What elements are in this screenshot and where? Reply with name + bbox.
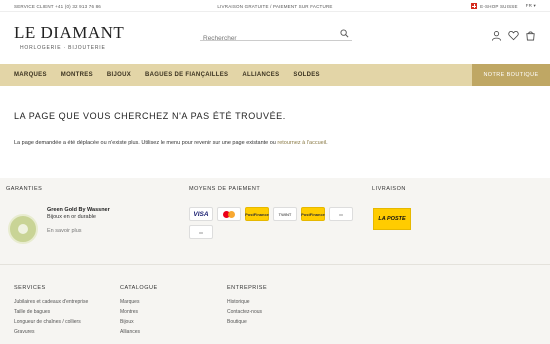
footer-link[interactable]: Boutique [227,319,267,325]
shop-locale: E-SHOP SUISSE FR ▾ [471,3,536,9]
catalogue-title: CATALOGUE [120,285,158,291]
footer-link[interactable]: Montres [120,309,158,315]
footer: GARANTIES Green Gold By Wassner Bijoux e… [0,178,550,344]
la-poste-logo: LA POSTE [373,208,411,230]
invoice-icon-2: ▭ [189,225,213,239]
footer-link[interactable]: Gravures [14,329,88,335]
green-gold-badge-icon [8,214,38,244]
nav-items: MARQUES MONTRES BIJOUX BAGUES DE FIANÇAILLE… [14,64,334,86]
logo[interactable]: LE DIAMANT HORLOGERIE · BIJOUTERIE [14,24,124,51]
nav-item-2[interactable]: BIJOUX [107,72,131,78]
green-gold-subtitle: Bijoux en or durable [47,214,96,220]
guarantees-title: GARANTIES [6,186,43,192]
visa-icon: VISA [189,207,213,221]
nav-item-1[interactable]: MONTRES [61,72,93,78]
green-gold-title: Green Gold By Wassner [47,207,110,213]
top-bar: SERVICE CLIENT +41 (0) 32 913 76 86 LIVR… [0,0,550,12]
footer-link[interactable]: Bijoux [120,319,158,325]
footer-divider [0,264,550,265]
account-icon[interactable] [491,28,502,41]
payment-title: MOYENS DE PAIEMENT [189,186,261,192]
nav-item-3[interactable]: BAGUES DE FIANÇAILLES [145,72,228,78]
footer-link[interactable]: Contactez-nous [227,309,267,315]
postfinance-efinance-icon: PostFinance [245,207,269,221]
language-selector[interactable]: FR ▾ [526,3,536,9]
invoice-icon: ▭ [329,207,353,221]
footer-col-entreprise: ENTREPRISE Historique Contactez-nous Bou… [227,285,267,329]
learn-more-link[interactable]: En savoir plus [47,228,82,234]
header: LE DIAMANT HORLOGERIE · BIJOUTERIE [0,12,550,64]
mastercard-icon [217,207,241,221]
our-shop-button[interactable]: NOTRE BOUTIQUE [472,64,550,86]
nav-item-5[interactable]: SOLDES [293,72,319,78]
twint-icon: TWINT [273,207,297,221]
search-bar [200,27,352,44]
footer-col-services: SERVICES Jubilaires et cadeaux d'entrepr… [14,285,88,339]
payment-section: MOYENS DE PAIEMENT VISA PostFinance TWIN… [189,186,353,239]
swiss-flag-icon [471,3,478,9]
postfinance-card-icon: PostFinance [301,207,325,221]
nav-item-0[interactable]: MARQUES [14,72,47,78]
wishlist-icon[interactable] [508,28,519,41]
nav-item-4[interactable]: ALLIANCES [242,72,279,78]
cart-icon[interactable] [525,28,536,41]
error-message: La page demandée a été déplacée ou n'exi… [14,140,328,146]
delivery-title: LIVRAISON [372,186,406,192]
footer-link[interactable]: Alliances [120,329,158,335]
entreprise-title: ENTREPRISE [227,285,268,291]
shipping-info: LIVRAISON GRATUITE / PAIEMENT SUR FACTUR… [217,4,333,9]
header-icons [491,28,536,41]
shop-label: E-SHOP SUISSE [480,3,518,9]
search-input[interactable] [200,33,330,44]
footer-link[interactable]: Historique [227,299,267,305]
footer-link[interactable]: Marques [120,299,158,305]
logo-tagline: HORLOGERIE · BIJOUTERIE [20,45,106,51]
main-navigation: MARQUES MONTRES BIJOUX BAGUES DE FIANÇAILLE… [0,64,550,86]
search-icon[interactable] [340,29,349,38]
footer-col-catalogue: CATALOGUE Marques Montres Bijoux Allianc… [120,285,158,339]
home-link[interactable]: retournez à l'accueil [277,140,326,146]
footer-link[interactable]: Taille de bagues [14,309,88,315]
shop-switcher[interactable]: E-SHOP SUISSE [471,3,518,9]
page-title: LA PAGE QUE VOUS CHERCHEZ N'A PAS ÉTÉ TR… [14,111,286,121]
footer-link[interactable]: Jubilaires et cadeaux d'entreprise [14,299,88,305]
services-title: SERVICES [14,285,46,291]
guarantees-section: GARANTIES [6,186,42,192]
logo-name: LE DIAMANT [14,23,125,42]
footer-link[interactable]: Longueur de chaînes / colliers [14,319,88,325]
delivery-section: LIVRAISON LA POSTE [372,186,411,230]
